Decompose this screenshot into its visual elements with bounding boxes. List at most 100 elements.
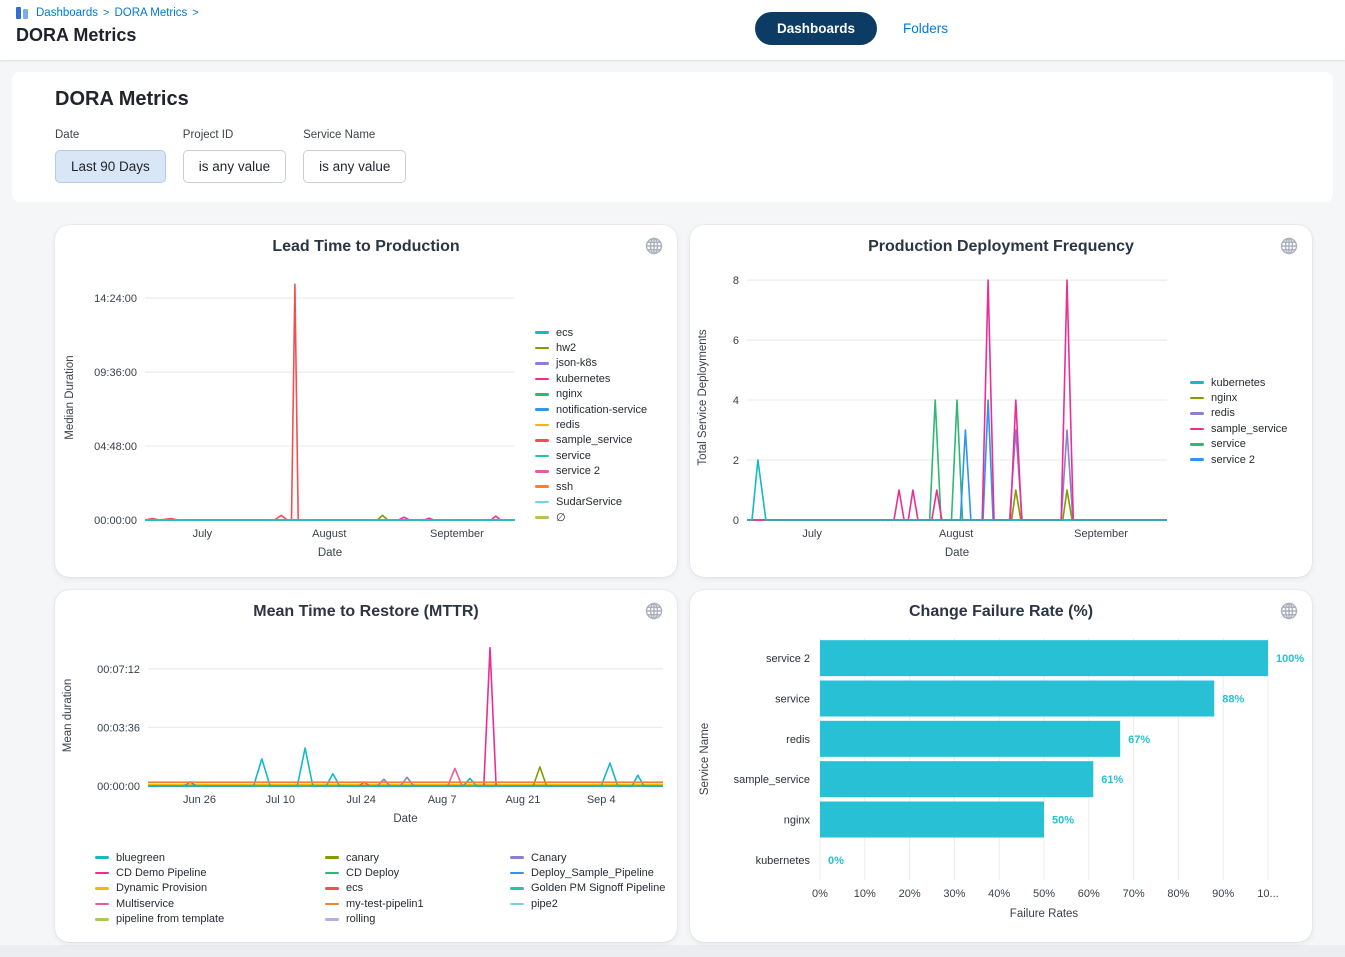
legend-item: rolling [325,912,424,927]
svg-text:10%: 10% [854,888,876,900]
breadcrumb-dashboards-link[interactable]: Dashboards [36,7,98,19]
svg-text:10...: 10... [1257,888,1278,900]
bar [820,802,1044,838]
date-filter-label: Date [55,129,166,141]
svg-text:Service Name: Service Name [699,723,711,795]
dashboard-title: DORA Metrics [55,88,1333,111]
date-filter-button[interactable]: Last 90 Days [55,150,166,183]
series-line [747,430,1167,520]
top-header: Dashboards > DORA Metrics > DORA Metrics… [0,0,1345,60]
legend-item: ecs [535,325,647,340]
project-id-filter-button[interactable]: is any value [183,150,286,183]
change-failure-rate-chart: 0%10%20%30%40%50%60%70%80%90%10...servic… [690,590,1310,940]
svg-text:00:03:36: 00:03:36 [97,722,140,734]
globe-icon[interactable] [1279,601,1299,621]
legend-item: pipe2 [510,896,665,911]
header-tabs: Dashboards Folders [755,12,948,45]
svg-text:09:36:00: 09:36:00 [94,367,137,379]
dashboard-content: DORA Metrics Date Last 90 Days Project I… [0,72,1345,957]
tab-dashboards[interactable]: Dashboards [755,12,877,45]
svg-text:August: August [939,528,973,540]
filter-panel: DORA Metrics Date Last 90 Days Project I… [12,72,1333,202]
svg-text:00:07:12: 00:07:12 [97,664,140,676]
project-id-filter: Project ID is any value [183,129,286,183]
legend-item: CD Deploy [325,865,424,880]
svg-text:Mean duration: Mean duration [62,679,74,753]
svg-text:service: service [775,694,810,706]
svg-text:00:00:00: 00:00:00 [94,515,137,527]
svg-text:Aug 21: Aug 21 [505,794,540,806]
bar [820,721,1120,757]
svg-text:September: September [430,528,484,540]
svg-text:Aug 7: Aug 7 [428,794,457,806]
card-deployment-frequency: 02468JulyAugustSeptemberDateTotal Servic… [690,225,1312,577]
globe-icon[interactable] [644,236,664,256]
chart-title: Change Failure Rate (%) [690,603,1312,621]
svg-text:60%: 60% [1078,888,1100,900]
card-change-failure-rate: 0%10%20%30%40%50%60%70%80%90%10...servic… [690,590,1312,942]
svg-text:Date: Date [945,547,969,559]
breadcrumb-dora-metrics-link[interactable]: DORA Metrics [114,7,187,19]
service-name-filter-button[interactable]: is any value [303,150,406,183]
svg-text:July: July [193,528,213,540]
card-mttr: 00:00:0000:03:3600:07:12Jun 26Jul 10Jul … [55,590,677,942]
legend-item: my-test-pipelin1 [325,896,424,911]
svg-text:Sep 4: Sep 4 [587,794,616,806]
legend-item: Golden PM Signoff Pipeline [510,881,665,896]
globe-icon[interactable] [1279,236,1299,256]
breadcrumb-separator: > [192,7,198,19]
legend-item: service 2 [535,464,647,479]
svg-text:14:24:00: 14:24:00 [94,293,137,305]
legend-item: sample_service [535,433,647,448]
svg-text:88%: 88% [1222,694,1244,706]
svg-text:August: August [312,528,346,540]
legend-item: service [1190,437,1287,452]
chart-title: Production Deployment Frequency [690,238,1312,256]
svg-text:nginx: nginx [784,815,811,827]
series-line [747,490,1167,520]
svg-text:Jun 26: Jun 26 [183,794,216,806]
svg-text:70%: 70% [1123,888,1145,900]
legend-item: sample_service [1190,421,1287,436]
filter-row: Date Last 90 Days Project ID is any valu… [55,129,1333,183]
svg-text:04:48:00: 04:48:00 [94,441,137,453]
bar [820,640,1268,676]
svg-text:100%: 100% [1276,653,1304,665]
chart-title: Lead Time to Production [55,238,677,256]
legend-item: notification-service [535,402,647,417]
card-lead-time: 00:00:00 04:48:00 09:36:00 14:24:00 July Augu… [55,225,677,577]
svg-text:80%: 80% [1167,888,1189,900]
legend-item: ecs [325,881,424,896]
svg-text:Jul 24: Jul 24 [347,794,376,806]
svg-text:4: 4 [733,395,739,407]
legend-item: service [535,448,647,463]
legend-item: Deploy_Sample_Pipeline [510,865,665,880]
svg-text:Median Duration: Median Duration [64,355,76,439]
svg-text:Failure Rates: Failure Rates [1010,908,1079,920]
bar [820,681,1214,717]
svg-text:sample_service: sample_service [734,774,810,786]
svg-text:2: 2 [733,455,739,467]
svg-text:September: September [1074,528,1128,540]
service-name-filter-label: Service Name [303,129,406,141]
legend-item: SudarService [535,494,647,509]
series-line [145,284,515,520]
legend-item: hw2 [535,340,647,355]
svg-text:6: 6 [733,335,739,347]
svg-text:Jul 10: Jul 10 [266,794,295,806]
series-line [148,767,663,786]
legend-item: pipeline from template [95,912,224,927]
legend-item: bluegreen [95,850,224,865]
legend-item: Dynamic Provision [95,881,224,896]
charts-grid: 00:00:00 04:48:00 09:36:00 14:24:00 July Augu… [55,225,1345,942]
legend-item: Multiservice [95,896,224,911]
legend-item: service 2 [1190,452,1287,467]
tab-folders[interactable]: Folders [903,21,948,36]
bar [820,761,1093,797]
legend-item: kubernetes [535,371,647,386]
legend-item: canary [325,850,424,865]
legend-item: redis [535,417,647,432]
svg-text:Total Service Deployments: Total Service Deployments [697,329,709,465]
svg-text:July: July [802,528,822,540]
globe-icon[interactable] [644,601,664,621]
